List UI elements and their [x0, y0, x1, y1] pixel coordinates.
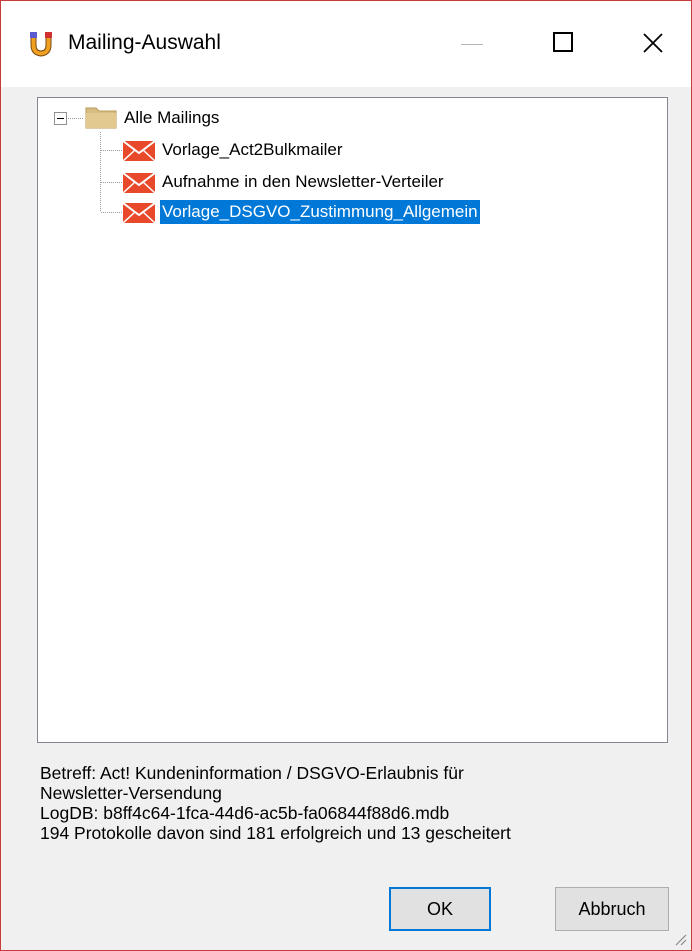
resize-grip-icon[interactable]: [673, 932, 687, 946]
mailing-app-icon: [30, 32, 52, 57]
tree-connector: [101, 150, 123, 151]
tree-connector: [68, 118, 84, 119]
tree-connector: [100, 132, 101, 212]
subject-line-continued: Newsletter-Versendung: [40, 783, 222, 803]
envelope-icon: [122, 172, 156, 194]
protocol-stats-line: 194 Protokolle davon sind 181 erfolgreic…: [40, 823, 511, 843]
subject-line: Betreff: Act! Kundeninformation / DSGVO-…: [40, 763, 464, 783]
folder-icon: [85, 107, 117, 129]
maximize-icon: [553, 32, 573, 52]
tree-item-vorlage-act2bulkmailer[interactable]: Vorlage_Act2Bulkmailer: [160, 138, 344, 162]
ok-button[interactable]: OK: [389, 887, 491, 931]
close-icon: [643, 33, 663, 53]
collapse-minus-icon[interactable]: [54, 112, 67, 125]
minimize-button[interactable]: [443, 19, 503, 69]
tree-item-dsgvo-zustimmung[interactable]: Vorlage_DSGVO_Zustimmung_Allgemein: [160, 200, 480, 224]
tree-item-newsletter-verteiler[interactable]: Aufnahme in den Newsletter-Verteiler: [160, 170, 446, 194]
cancel-button[interactable]: Abbruch: [555, 887, 669, 931]
mailing-dialog: Mailing-Auswahl Alle Mailings Vorlage_Ac…: [0, 0, 692, 951]
envelope-icon: [122, 202, 156, 224]
window-title: Mailing-Auswahl: [68, 31, 221, 54]
envelope-icon: [122, 140, 156, 162]
logdb-line: LogDB: b8ff4c64-1fca-44d6-ac5b-fa06844f8…: [40, 803, 450, 823]
tree-connector: [101, 182, 123, 183]
tree-root-label[interactable]: Alle Mailings: [124, 106, 219, 130]
maximize-button[interactable]: [533, 19, 593, 69]
minimize-icon: [461, 44, 483, 45]
mailing-info-panel: Betreff: Act! Kundeninformation / DSGVO-…: [40, 763, 670, 843]
close-button[interactable]: [623, 19, 683, 69]
tree-connector: [101, 212, 123, 213]
mailing-tree[interactable]: Alle Mailings Vorlage_Act2Bulkmailer Auf…: [37, 97, 668, 743]
title-bar[interactable]: Mailing-Auswahl: [1, 1, 691, 87]
